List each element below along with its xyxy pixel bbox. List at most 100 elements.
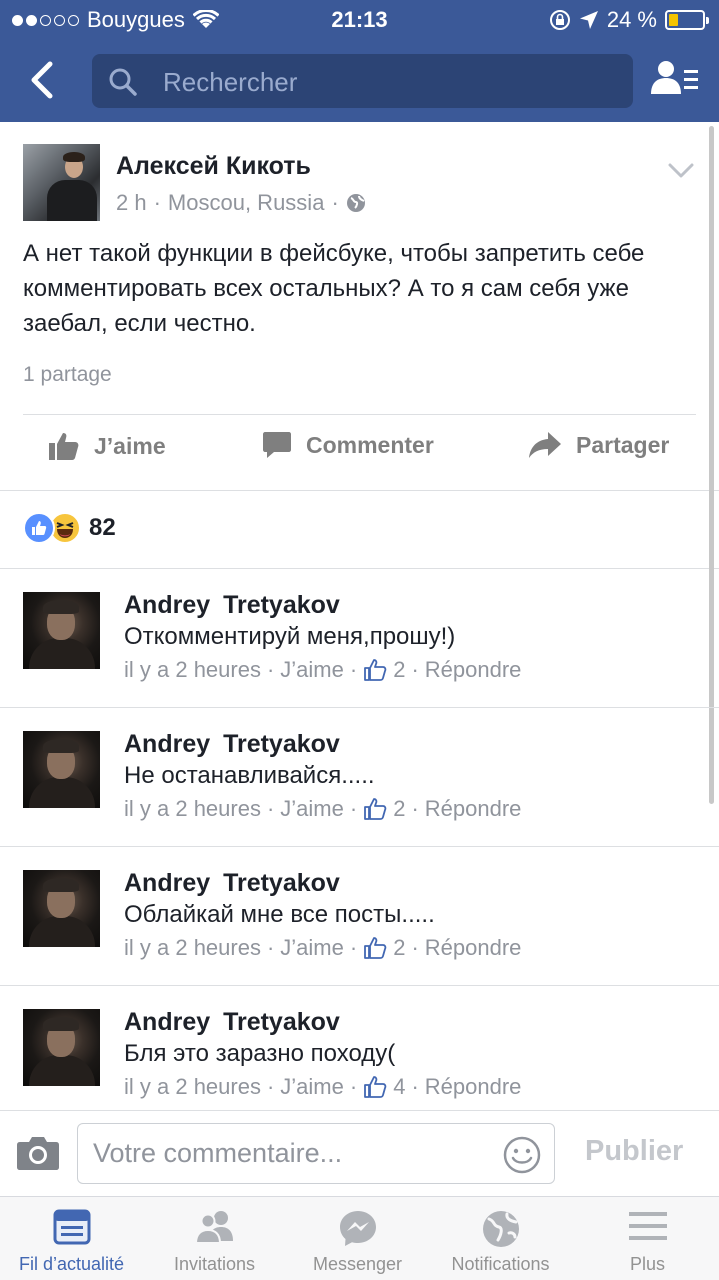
comment-reply-link[interactable]: Répondre — [425, 657, 522, 683]
comment-item: Andrey Tretyakov Откомментируй меня,прош… — [0, 569, 719, 708]
comment-placeholder: Votre commentaire... — [93, 1138, 343, 1168]
share-button[interactable]: Partager — [528, 430, 669, 460]
comment-item: Andrey Tretyakov Бля это заразно походу(… — [0, 986, 719, 1125]
tab-messenger[interactable]: Messenger — [286, 1197, 429, 1280]
commenter-avatar[interactable] — [23, 870, 100, 947]
comment-text: Не останавливайся..... — [124, 762, 375, 789]
comment-like-count[interactable]: 4 — [393, 1074, 405, 1100]
comment-like-link[interactable]: J’aime — [280, 657, 344, 683]
thumbs-up-outline-icon — [364, 798, 387, 820]
reactions-summary[interactable]: 82 — [23, 512, 116, 544]
top-bar: Bouygues 21:13 24 % Rechercher — [0, 0, 719, 122]
separator-dot: · — [349, 1074, 358, 1099]
separator-dot: · — [411, 657, 419, 682]
friends-icon — [194, 1211, 233, 1244]
separator-dot: · — [411, 1074, 419, 1099]
commenter-avatar[interactable] — [23, 1009, 100, 1086]
separator-dot: · — [349, 657, 358, 682]
battery-icon — [665, 10, 709, 30]
tab-label: Messenger — [312, 1254, 403, 1274]
post-location[interactable]: Moscou, Russia — [168, 190, 325, 216]
share-arrow-icon — [529, 432, 561, 458]
comment-input[interactable]: Votre commentaire... — [77, 1123, 555, 1184]
friend-requests-icon[interactable] — [650, 58, 700, 102]
comment-text: Бля это заразно походу( — [124, 1040, 396, 1067]
comment-like-count[interactable]: 2 — [393, 796, 405, 822]
post-meta: 2 h · Moscou, Russia · — [116, 190, 366, 216]
comment-text: Облайкай мне все посты..... — [124, 901, 435, 928]
comment-reply-link[interactable]: Répondre — [425, 1074, 522, 1100]
chevron-down-icon[interactable] — [668, 162, 694, 180]
comment-time: il y a 2 heures — [124, 935, 261, 960]
commenter-avatar[interactable] — [23, 731, 100, 808]
search-icon — [109, 68, 137, 96]
separator-dot: · — [411, 796, 419, 821]
comment-meta: il y a 2 heures · J’aime · 2 · Répondre — [124, 796, 521, 822]
comment-item: Andrey Tretyakov Не останавливайся..... … — [0, 708, 719, 847]
globe-icon — [482, 1211, 519, 1247]
comment-composer: Votre commentaire... Publier — [0, 1110, 719, 1196]
messenger-icon — [339, 1211, 376, 1246]
globe-privacy-icon — [346, 194, 365, 212]
share-count[interactable]: 1 partage — [23, 363, 112, 387]
separator-dot: · — [411, 935, 419, 960]
like-button[interactable]: J’aime — [48, 430, 166, 462]
comment-button[interactable]: Commenter — [262, 430, 434, 460]
comment-reply-link[interactable]: Répondre — [425, 935, 522, 961]
comment-time: il y a 2 heures — [124, 657, 261, 682]
post-author-name[interactable]: Алексей Кикоть — [116, 152, 311, 181]
thumbs-up-outline-icon — [364, 659, 387, 681]
tab-label: Plus — [629, 1254, 665, 1274]
commenter-name[interactable]: Andrey Tretyakov — [124, 591, 340, 620]
sticker-smiley-icon[interactable] — [502, 1135, 542, 1175]
comment-like-link[interactable]: J’aime — [280, 796, 344, 822]
separator-dot: · — [349, 796, 358, 821]
status-right: 24 % — [549, 7, 709, 33]
tab-label: Fil d’actualité — [18, 1254, 125, 1274]
tab-bar: Fil d’actualité Invitations Messenger No… — [0, 1196, 719, 1280]
commenter-name[interactable]: Andrey Tretyakov — [124, 730, 340, 759]
back-arrow-icon[interactable] — [22, 58, 62, 102]
comment-like-count[interactable]: 2 — [393, 935, 405, 961]
like-label: J’aime — [94, 432, 166, 459]
battery-fill — [669, 14, 678, 26]
tab-more[interactable]: Plus — [576, 1197, 719, 1280]
comment-time: il y a 2 heures — [124, 1074, 261, 1099]
comment-like-link[interactable]: J’aime — [280, 935, 344, 961]
post-author-avatar[interactable] — [23, 144, 100, 221]
comment-label: Commenter — [306, 431, 434, 458]
separator-dot: · — [266, 935, 275, 960]
battery-percent: 24 % — [606, 7, 657, 32]
comment-like-link[interactable]: J’aime — [280, 1074, 344, 1100]
thumbs-up-outline-icon — [364, 1076, 387, 1098]
tab-invitations[interactable]: Invitations — [143, 1197, 286, 1280]
comment-like-count[interactable]: 2 — [393, 657, 405, 683]
separator-dot: · — [266, 1074, 275, 1099]
search-bar[interactable]: Rechercher — [92, 54, 633, 108]
comment-text: Откомментируй меня,прошу!) — [124, 623, 456, 650]
search-placeholder: Rechercher — [163, 67, 298, 97]
post-time[interactable]: 2 h — [116, 190, 147, 216]
commenter-name[interactable]: Andrey Tretyakov — [124, 1008, 340, 1037]
comment-reply-link[interactable]: Répondre — [425, 796, 522, 822]
comment-item: Andrey Tretyakov Облайкай мне все посты.… — [0, 847, 719, 986]
tab-news-feed[interactable]: Fil d’actualité — [0, 1197, 143, 1280]
reactions-count: 82 — [89, 514, 116, 541]
comment-meta: il y a 2 heures · J’aime · 2 · Répondre — [124, 657, 521, 683]
menu-icon — [628, 1212, 667, 1240]
post-text: А нет такой функции в фейсбуке, чтобы за… — [23, 240, 645, 337]
tab-label: Invitations — [173, 1254, 256, 1274]
divider — [23, 414, 696, 415]
camera-icon[interactable] — [16, 1135, 60, 1171]
commenter-avatar[interactable] — [23, 592, 100, 669]
divider — [0, 490, 719, 491]
tab-notifications[interactable]: Notifications — [429, 1197, 572, 1280]
commenter-name[interactable]: Andrey Tretyakov — [124, 869, 340, 898]
publish-button[interactable]: Publier — [585, 1135, 683, 1168]
separator-dot: · — [331, 190, 339, 215]
comment-bubble-icon — [263, 432, 291, 458]
thumbs-up-outline-icon — [364, 937, 387, 959]
status-bar: Bouygues 21:13 24 % — [0, 0, 719, 40]
like-reaction-icon — [23, 512, 55, 544]
news-feed-icon — [53, 1209, 90, 1245]
